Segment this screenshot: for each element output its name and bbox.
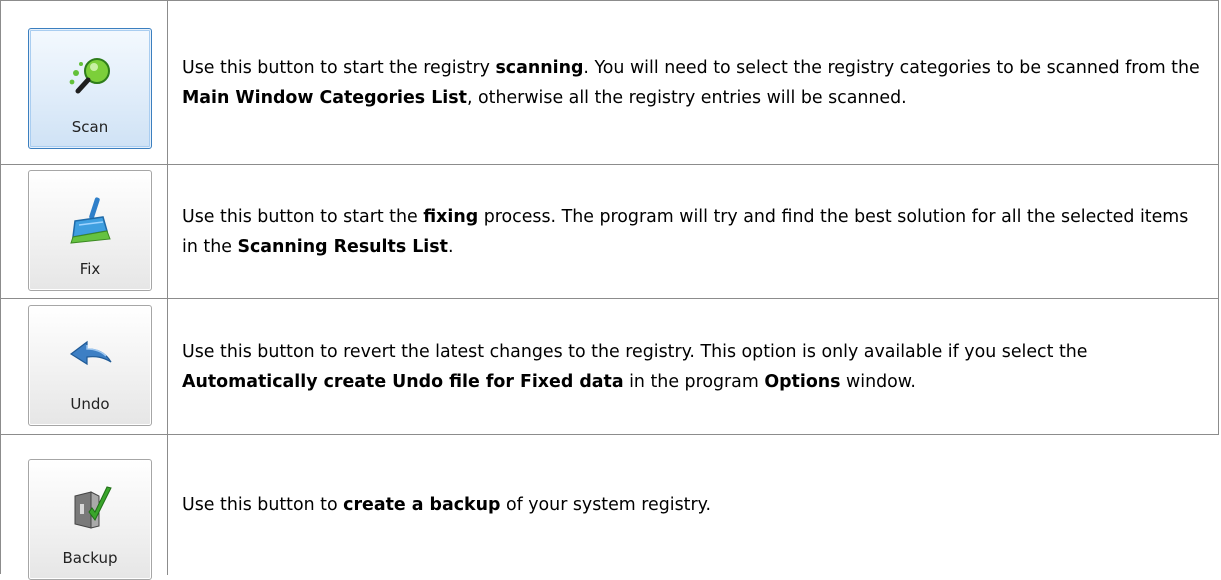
help-row-undo: Undo Use this button to revert the lates… — [1, 299, 1219, 435]
help-row-fix: Fix Use this button to start the fixing … — [1, 165, 1219, 299]
help-row-backup: Backup Use this button to create a backu… — [1, 435, 1219, 580]
description: Use this button to revert the latest cha… — [168, 299, 1219, 434]
magnifier-icon — [69, 58, 110, 94]
icon-cell: Backup — [1, 435, 168, 580]
scan-button[interactable]: Scan — [28, 28, 152, 149]
button-label: Fix — [79, 260, 101, 278]
backup-button[interactable]: Backup — [28, 459, 152, 580]
button-label: Undo — [70, 395, 110, 413]
undo-button[interactable]: Undo — [28, 305, 152, 426]
icon-cell: Fix — [1, 165, 168, 298]
help-table: Scan Use this button to start the regist… — [0, 0, 1219, 580]
undo-arrow-icon — [69, 340, 112, 366]
icon-cell: Scan — [1, 1, 168, 164]
button-label: Backup — [62, 549, 118, 567]
description: Use this button to start the fixing proc… — [168, 165, 1219, 298]
backup-check-icon — [74, 486, 112, 529]
description: Use this button to start the registry sc… — [168, 1, 1219, 164]
button-label: Scan — [71, 118, 109, 136]
broom-icon — [70, 197, 111, 244]
help-row-scan: Scan Use this button to start the regist… — [1, 1, 1219, 165]
description: Use this button to create a backup of yo… — [182, 495, 711, 515]
fix-button[interactable]: Fix — [28, 170, 152, 291]
icon-cell: Undo — [1, 299, 168, 434]
